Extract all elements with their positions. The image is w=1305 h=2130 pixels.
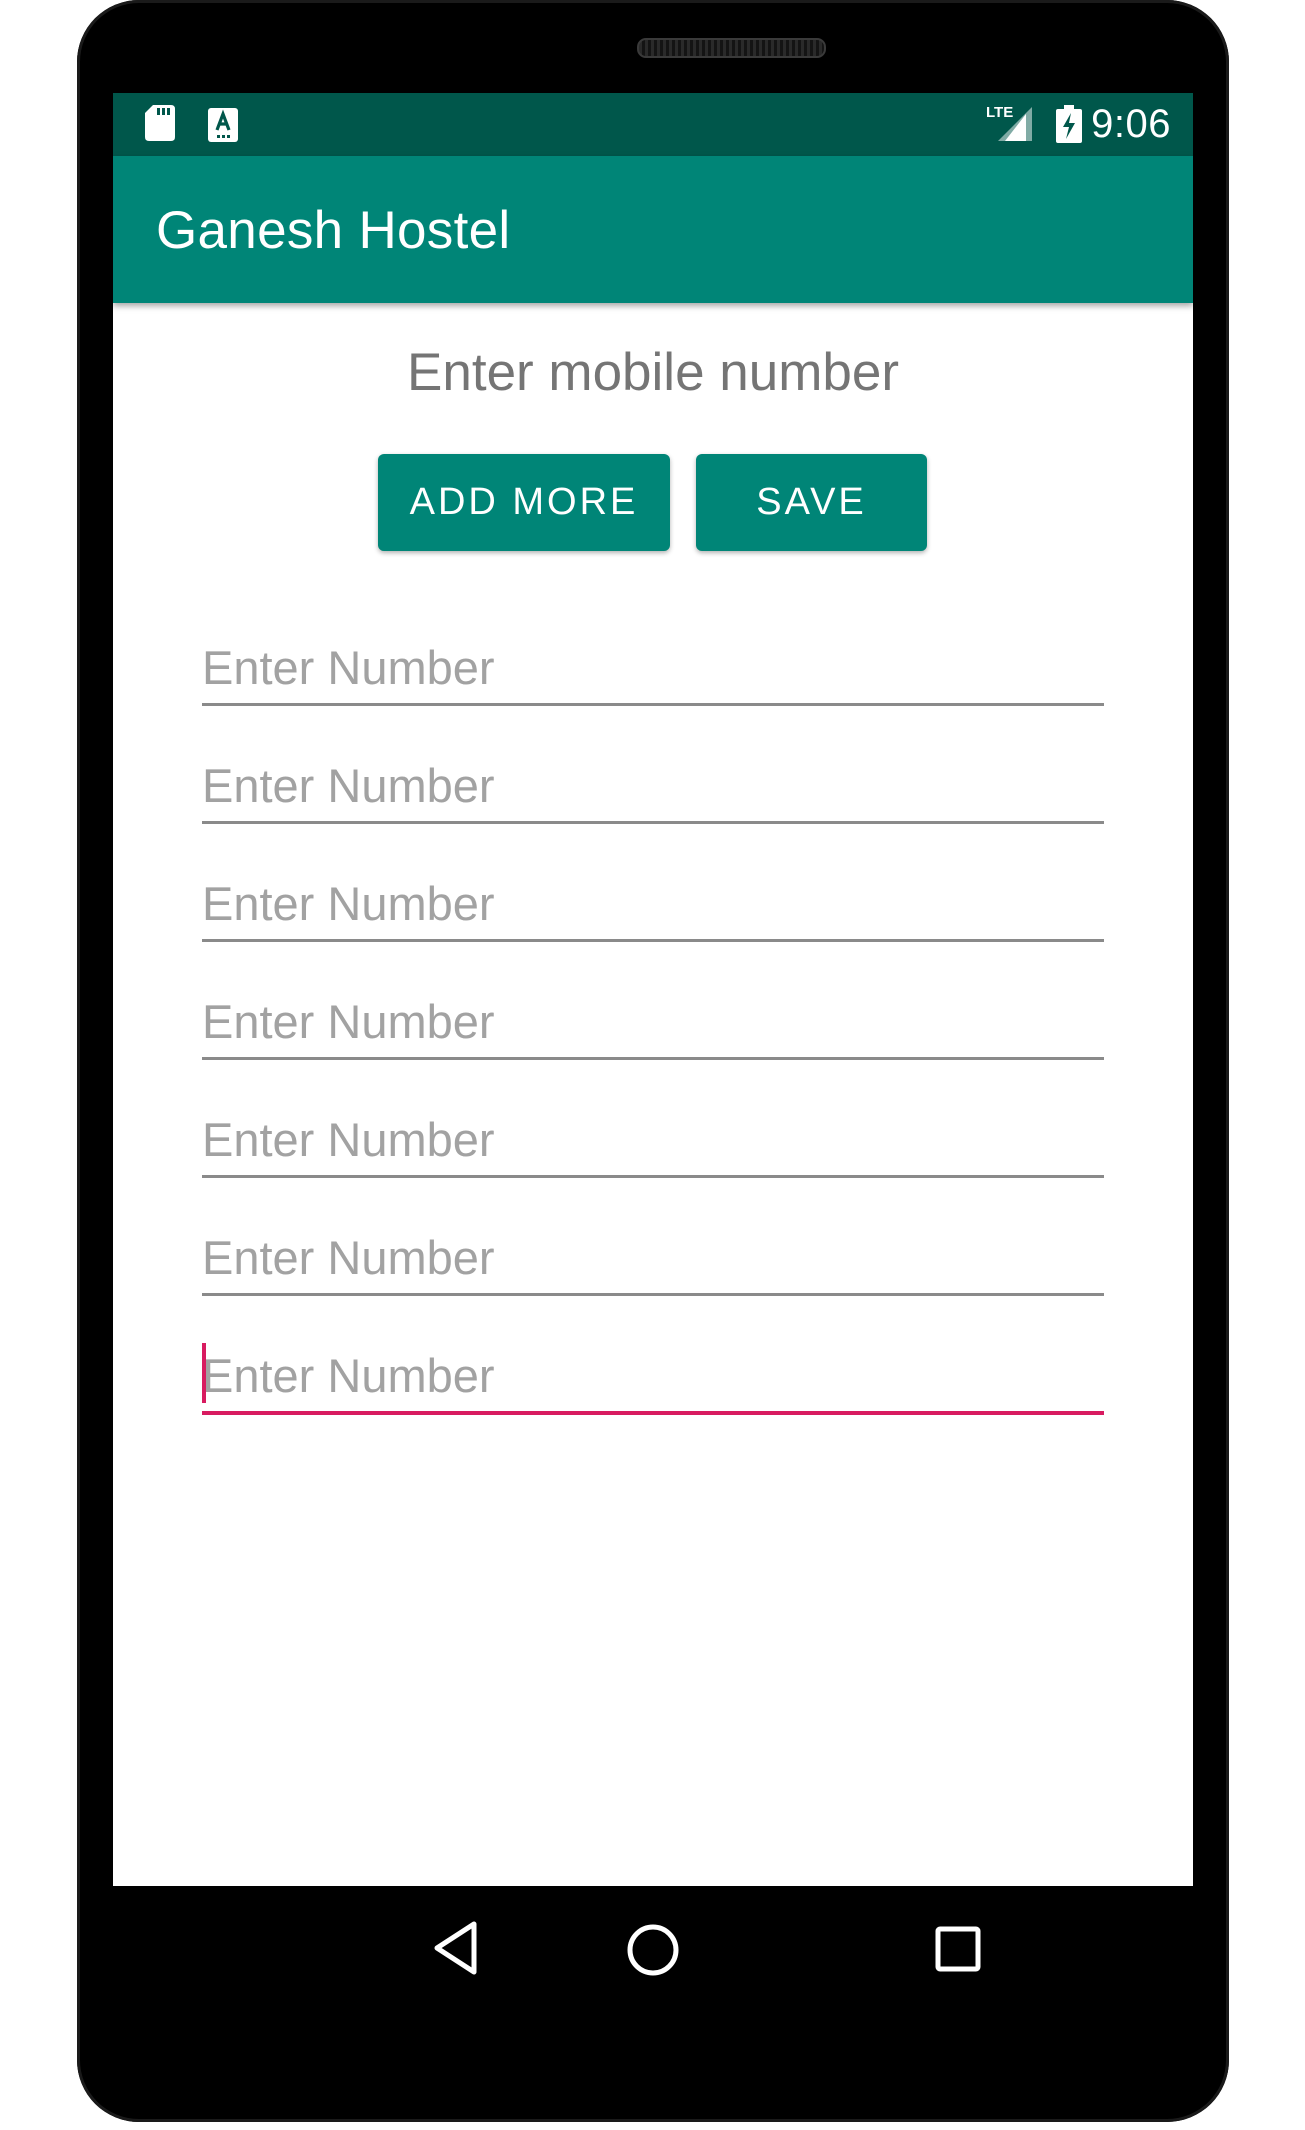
- page-heading: Enter mobile number: [407, 343, 899, 402]
- number-field[interactable]: [202, 1095, 1104, 1178]
- status-bar: LTE 9:06: [113, 93, 1193, 156]
- screen: LTE 9:06 Ganesh Hostel Enter mobile numb…: [113, 93, 1193, 1886]
- number-field-focused[interactable]: [202, 1331, 1104, 1415]
- add-more-button[interactable]: ADD MORE: [378, 454, 670, 551]
- status-clock: 9:06: [1091, 102, 1171, 146]
- number-input[interactable]: [202, 1109, 1104, 1169]
- svg-text:LTE: LTE: [986, 104, 1013, 121]
- sd-card-icon: [145, 105, 175, 141]
- number-input-focused[interactable]: [202, 1345, 1104, 1405]
- recents-icon[interactable]: [934, 1925, 982, 1973]
- keyboard-a-icon: [208, 108, 238, 142]
- text-cursor: [202, 1343, 206, 1403]
- number-field[interactable]: [202, 977, 1104, 1060]
- number-field[interactable]: [202, 859, 1104, 942]
- lte-signal-icon: LTE: [986, 104, 1032, 141]
- number-field[interactable]: [202, 741, 1104, 824]
- app-title: Ganesh Hostel: [156, 201, 511, 260]
- number-input[interactable]: [202, 637, 1104, 697]
- number-field[interactable]: [202, 623, 1104, 706]
- number-field[interactable]: [202, 1213, 1104, 1296]
- speaker-grille: [637, 38, 826, 58]
- home-icon[interactable]: [626, 1923, 680, 1977]
- number-input[interactable]: [202, 991, 1104, 1051]
- back-icon[interactable]: [432, 1920, 478, 1976]
- number-input[interactable]: [202, 755, 1104, 815]
- number-input[interactable]: [202, 873, 1104, 933]
- battery-charging-icon: [1056, 105, 1082, 143]
- app-bar: Ganesh Hostel: [113, 156, 1193, 303]
- save-button[interactable]: SAVE: [696, 454, 927, 551]
- number-input[interactable]: [202, 1227, 1104, 1287]
